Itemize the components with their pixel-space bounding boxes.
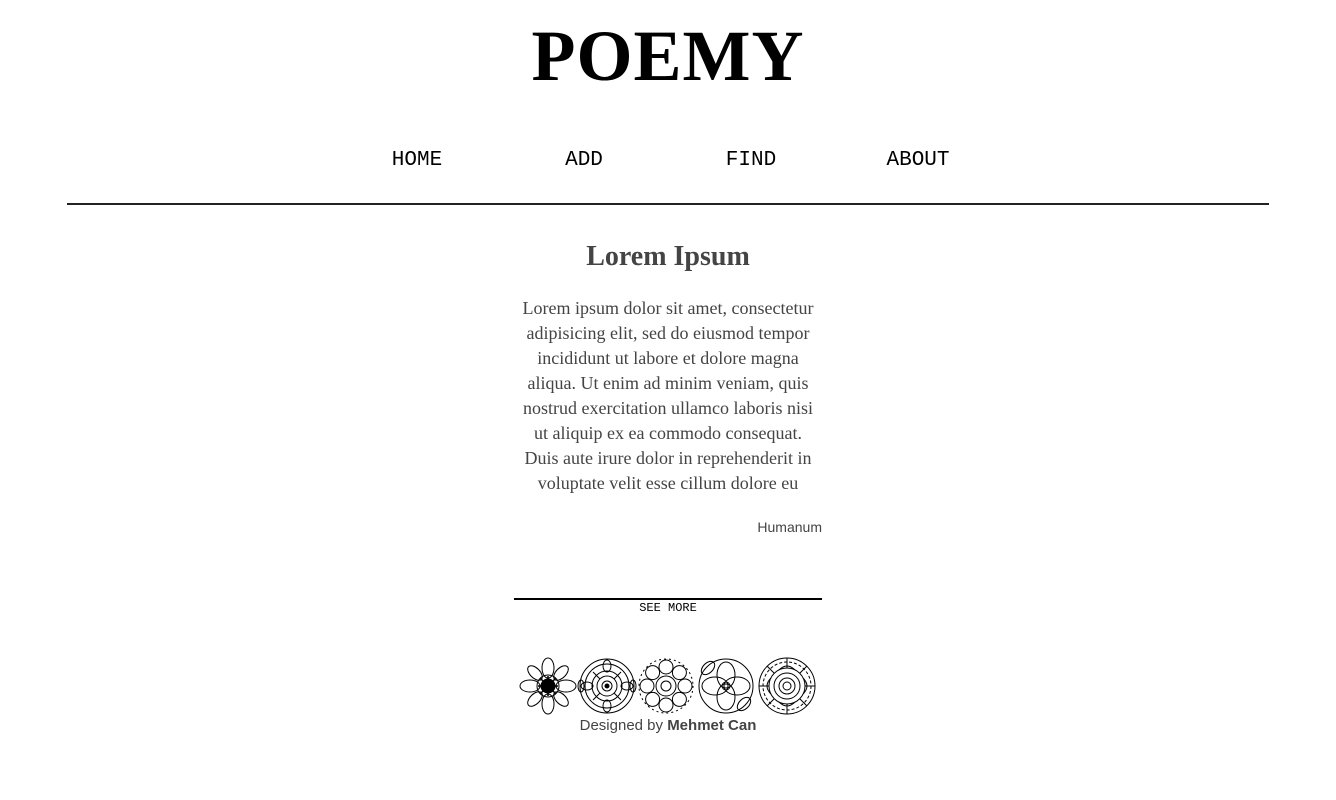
poem-title: Lorem Ipsum: [586, 241, 750, 272]
poem-card: Lorem Ipsum Lorem ipsum dolor sit amet, …: [514, 236, 822, 537]
floral-mandala-icon: [519, 657, 577, 715]
site-title: POEMY: [531, 16, 805, 96]
interlaced-knot-icon: [698, 658, 754, 714]
footer-prefix: Designed by: [579, 717, 664, 734]
poem-author: Humanum: [757, 519, 822, 535]
nav-divider: [67, 203, 1269, 205]
main-nav: HOME ADD FIND ABOUT: [0, 146, 1336, 178]
nav-find[interactable]: FIND: [691, 146, 811, 176]
footer-credit: Designed by Mehmet Can: [0, 716, 1336, 736]
poem-body: Lorem ipsum dolor sit amet, consectetur …: [522, 298, 814, 493]
flower-ring-icon: [638, 658, 694, 714]
nav-home[interactable]: HOME: [357, 146, 477, 176]
nav-add[interactable]: ADD: [524, 146, 644, 176]
see-more-link[interactable]: SEE MORE: [514, 600, 822, 616]
designer-name: Mehmet Can: [667, 717, 757, 734]
ornament-strip: [519, 657, 816, 715]
rosette-mandala-icon: [758, 657, 816, 715]
nav-about[interactable]: ABOUT: [858, 146, 978, 176]
circular-mandala-icon: [577, 658, 637, 714]
